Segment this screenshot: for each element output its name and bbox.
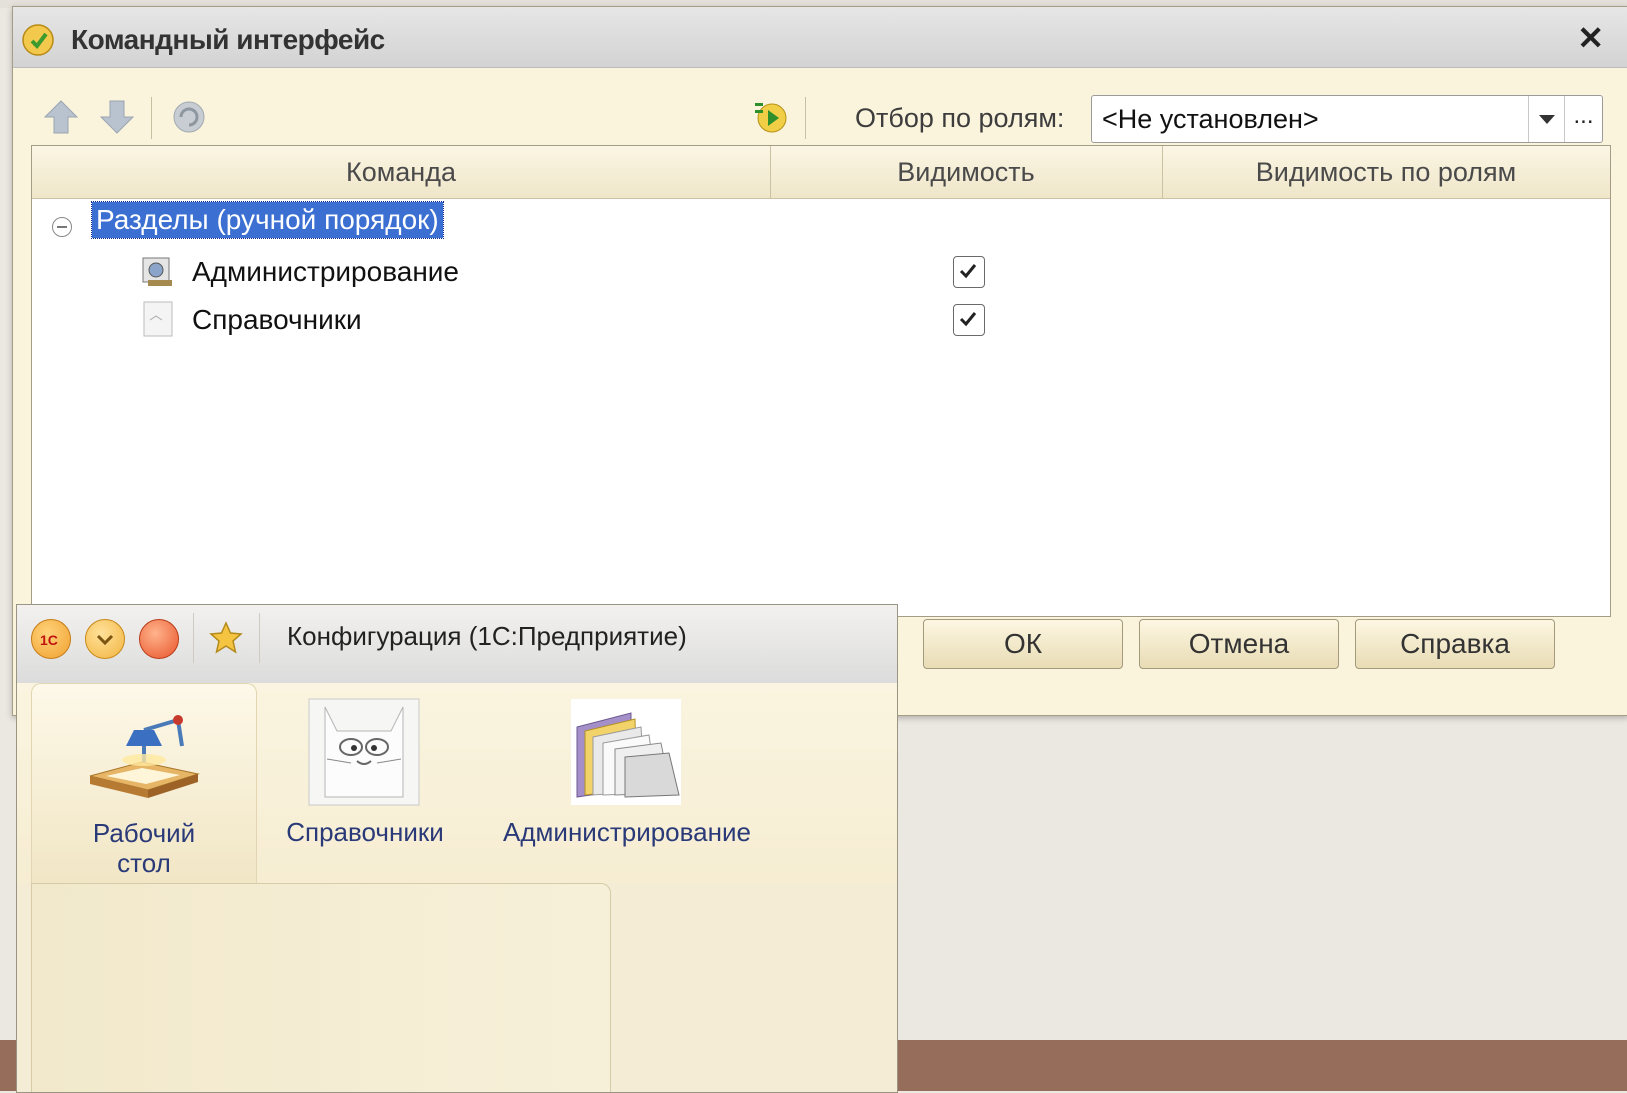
titlebar-separator xyxy=(193,613,194,663)
1c-menu-icon[interactable]: 1C xyxy=(31,619,71,659)
main-menu-icon[interactable] xyxy=(85,619,125,659)
section-catalogs[interactable]: Справочники xyxy=(275,683,455,883)
table-header: Команда Видимость Видимость по ролям xyxy=(32,146,1610,199)
titlebar-separator xyxy=(259,613,260,663)
folders-icon xyxy=(571,699,681,805)
tree-group-sections[interactable]: Разделы (ручной порядок) xyxy=(91,201,444,239)
ok-button[interactable]: ОК xyxy=(923,619,1123,669)
move-up-icon[interactable] xyxy=(41,97,81,137)
run-icon[interactable] xyxy=(751,97,791,137)
section-administration[interactable]: Администрирование xyxy=(489,683,765,883)
collapse-icon[interactable] xyxy=(52,217,72,237)
close-icon[interactable]: ✕ xyxy=(1577,19,1604,57)
cat-icon xyxy=(308,698,420,806)
favorites-star-icon[interactable] xyxy=(207,619,245,657)
svg-text:1C: 1C xyxy=(40,632,58,648)
table-row-label[interactable]: Справочники xyxy=(192,304,362,336)
administration-icon xyxy=(142,257,172,286)
app-title: Конфигурация (1С:Предприятие) xyxy=(287,621,687,651)
cancel-button[interactable]: Отмена xyxy=(1139,619,1339,669)
role-filter-select[interactable]: <Не установлен> ... xyxy=(1091,95,1603,143)
column-header-visibility[interactable]: Видимость xyxy=(770,146,1163,198)
refresh-icon[interactable] xyxy=(169,97,209,137)
table-row-label[interactable]: Администрирование xyxy=(192,256,459,288)
desktop-lamp-icon xyxy=(89,715,200,798)
configuration-window: 1C Конфигурация (1С:Предприятие) Рабочий… xyxy=(16,604,898,1093)
app-logo-icon xyxy=(22,24,54,56)
dialog-titlebar: Командный интерфейс ✕ xyxy=(13,7,1627,68)
dialog-title: Командный интерфейс xyxy=(71,24,385,55)
chevron-down-icon[interactable] xyxy=(1528,96,1565,142)
more-button[interactable]: ... xyxy=(1564,96,1602,142)
section-desktop[interactable]: Рабочий стол xyxy=(31,683,257,884)
role-filter-value: <Не установлен> xyxy=(1102,104,1319,134)
help-button[interactable]: Справка xyxy=(1355,619,1555,669)
visibility-checkbox[interactable] xyxy=(953,304,985,336)
visibility-checkbox[interactable] xyxy=(953,256,985,288)
dialog-toolbar: Отбор по ролям: <Не установлен> ... xyxy=(13,67,1627,147)
toolbar-separator xyxy=(151,97,152,139)
section-label: Рабочий стол xyxy=(92,818,196,878)
close-app-icon[interactable] xyxy=(139,619,179,659)
catalogs-icon xyxy=(143,301,173,337)
commands-table: Команда Видимость Видимость по ролям Раз… xyxy=(31,145,1611,617)
role-filter-label: Отбор по ролям: xyxy=(855,103,1065,133)
toolbar-separator xyxy=(805,97,806,139)
column-header-role-visibility[interactable]: Видимость по ролям xyxy=(1162,146,1610,198)
section-label: Справочники xyxy=(286,817,444,847)
app-titlebar: 1C Конфигурация (1С:Предприятие) xyxy=(17,605,897,684)
sections-panel: Рабочий стол Справочники Администрирован… xyxy=(17,683,897,884)
section-label: Администрирование xyxy=(503,817,751,847)
move-down-icon[interactable] xyxy=(97,97,137,137)
column-header-command[interactable]: Команда xyxy=(32,146,771,198)
workspace-area xyxy=(31,883,611,1092)
